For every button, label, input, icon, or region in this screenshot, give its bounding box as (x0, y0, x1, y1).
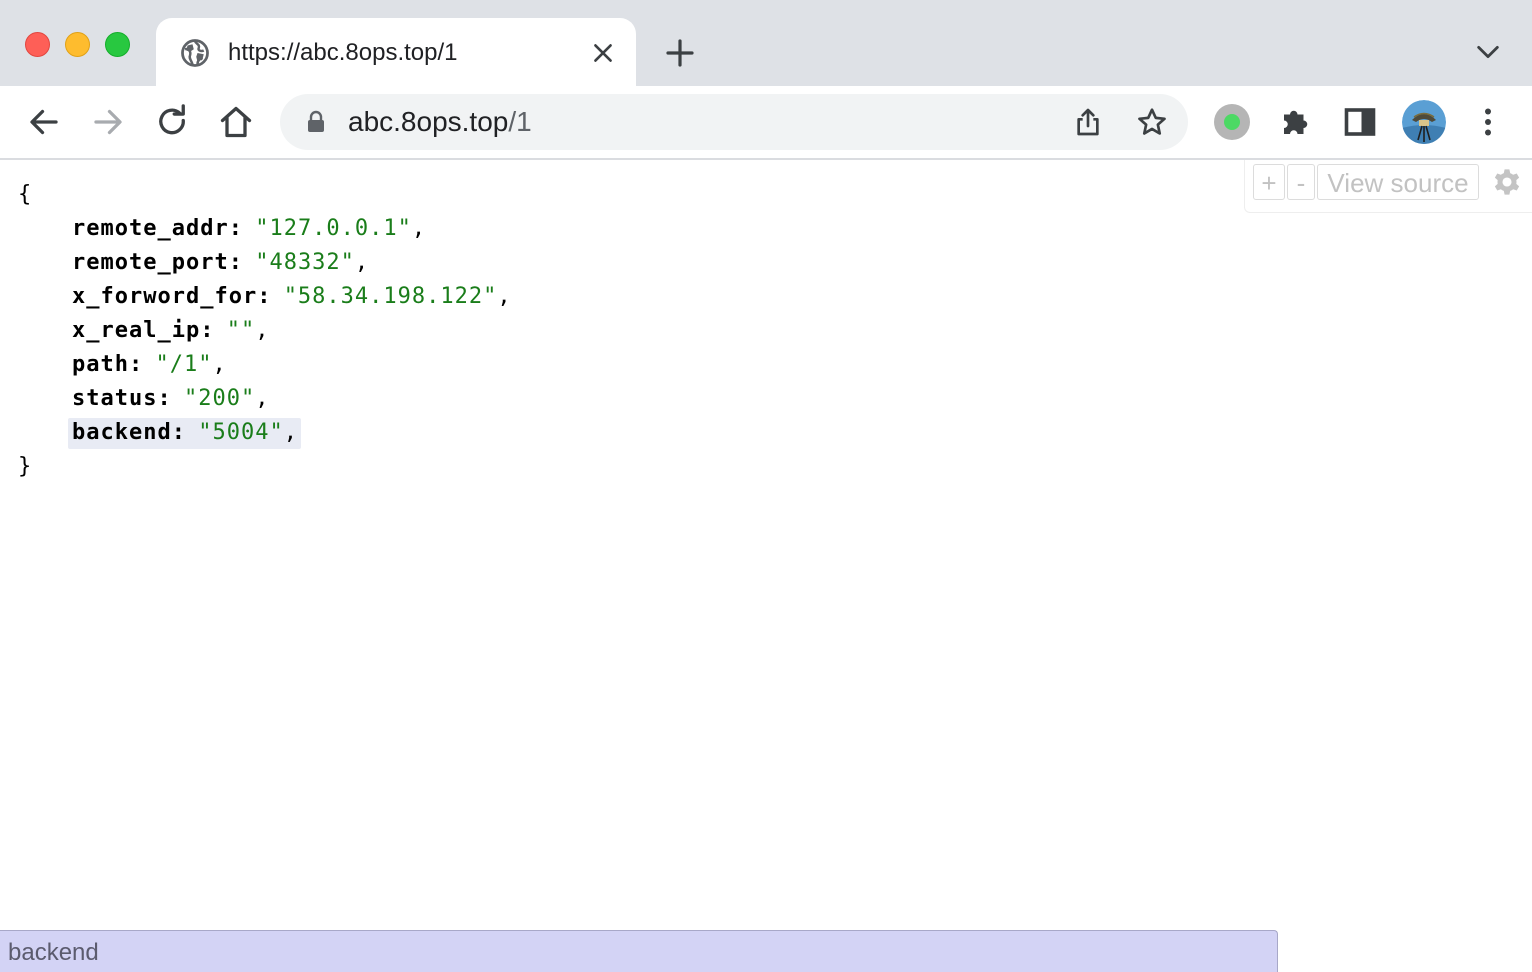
close-icon[interactable] (590, 40, 616, 66)
json-key: remote_addr (72, 216, 229, 241)
json-value: "5004" (198, 420, 284, 445)
puzzle-icon[interactable] (1278, 104, 1314, 140)
json-key: path (72, 352, 129, 377)
view-source-button[interactable]: View source (1317, 164, 1479, 200)
side-panel-icon[interactable] (1342, 104, 1378, 140)
status-dot (1224, 114, 1240, 130)
json-close-brace: } (18, 454, 32, 479)
json-open-brace: { (18, 182, 32, 207)
json-key: x_forword_for (72, 284, 258, 309)
new-tab-button[interactable] (664, 37, 696, 69)
forward-icon[interactable] (90, 104, 126, 140)
tab-title: https://abc.8ops.top/1 (228, 39, 458, 66)
back-icon[interactable] (26, 104, 62, 140)
more-options-icon[interactable] (1470, 104, 1506, 140)
status-bubble-text: backend (8, 939, 99, 966)
json-value: "58.34.198.122" (283, 284, 498, 309)
json-key: status (72, 386, 158, 411)
avatar[interactable] (1402, 100, 1446, 144)
json-key: backend (72, 420, 172, 445)
collapse-all-button[interactable]: - (1287, 164, 1315, 200)
json-entry-x-forword-for[interactable]: x_forword_for: "58.34.198.122", (18, 280, 511, 314)
json-entry-backend[interactable]: backend: "5004", (18, 416, 511, 450)
json-entry-remote-port[interactable]: remote_port: "48332", (18, 246, 511, 280)
browser-toolbar: abc.8ops.top/1 (0, 86, 1532, 158)
json-viewer-controls: + - View source (1244, 160, 1532, 213)
tab-active[interactable]: https://abc.8ops.top/1 (156, 18, 636, 86)
json-value: "48332" (255, 250, 355, 275)
close-window-button[interactable] (25, 32, 50, 57)
home-icon[interactable] (218, 104, 254, 140)
json-key: x_real_ip (72, 318, 201, 343)
share-icon[interactable] (1072, 106, 1104, 138)
maximize-window-button[interactable] (105, 32, 130, 57)
address-bar[interactable]: abc.8ops.top/1 (280, 94, 1188, 150)
chevron-down-icon[interactable] (1474, 38, 1502, 66)
url-text[interactable]: abc.8ops.top/1 (348, 106, 532, 138)
json-document: { remote_addr: "127.0.0.1", remote_port:… (18, 178, 511, 484)
json-value: "200" (183, 386, 256, 411)
page-content: { remote_addr: "127.0.0.1", remote_port:… (0, 160, 1532, 930)
lock-icon[interactable] (304, 110, 328, 134)
json-key: remote_port (72, 250, 229, 275)
globe-icon (181, 39, 209, 67)
extension-status-icon[interactable] (1214, 104, 1250, 140)
url-path: /1 (508, 106, 532, 137)
gear-icon[interactable] (1491, 166, 1523, 198)
tab-strip: https://abc.8ops.top/1 (0, 0, 1532, 86)
expand-all-button[interactable]: + (1253, 164, 1285, 200)
json-entry-path[interactable]: path: "/1", (18, 348, 511, 382)
json-entry-x-real-ip[interactable]: x_real_ip: "", (18, 314, 511, 348)
json-value: "/1" (155, 352, 213, 377)
url-host: abc.8ops.top (348, 106, 509, 137)
json-entry-remote-addr[interactable]: remote_addr: "127.0.0.1", (18, 212, 511, 246)
json-value: "127.0.0.1" (255, 216, 412, 241)
avatar-image (1402, 100, 1446, 144)
json-entry-status[interactable]: status: "200", (18, 382, 511, 416)
minimize-window-button[interactable] (65, 32, 90, 57)
json-value: "" (226, 318, 256, 343)
star-icon[interactable] (1136, 106, 1168, 138)
status-bubble: backend (0, 930, 1278, 972)
reload-icon[interactable] (154, 104, 190, 140)
json-entry-highlight: backend: "5004", (68, 418, 301, 449)
